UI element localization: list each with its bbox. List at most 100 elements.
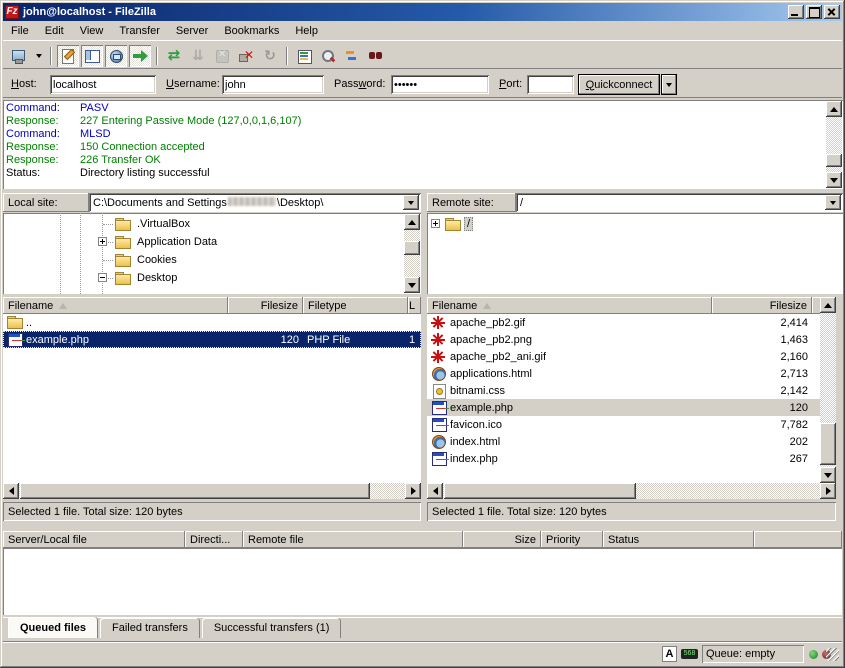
expand-icon[interactable]	[98, 237, 107, 246]
remote-list-vscrollbar[interactable]	[820, 297, 836, 483]
directory-comparison-button[interactable]	[317, 45, 339, 67]
toggle-message-log-button[interactable]	[57, 45, 79, 67]
log-scrollbar[interactable]	[826, 101, 842, 188]
file-row-index-php[interactable]: index.php267	[427, 450, 820, 467]
file-row-example-php[interactable]: example.php120PHP File1	[3, 331, 421, 348]
queue-body[interactable]	[3, 548, 842, 615]
scroll-right-button[interactable]	[405, 483, 421, 499]
local-tree-scrollbar[interactable]	[404, 214, 420, 293]
file-row-applications-html[interactable]: applications.html2,713	[427, 365, 820, 382]
local-site-combo[interactable]: C:\Documents and Settings\Desktop\	[89, 193, 421, 212]
modified-cell	[408, 314, 421, 331]
column-header-filename[interactable]: Filename	[3, 297, 228, 314]
tree-item-cookies[interactable]: Cookies	[3, 251, 404, 269]
title-bar[interactable]: Fz john@localhost - FileZilla	[3, 3, 842, 21]
filler-cell	[812, 365, 820, 382]
quickconnect-dropdown-button[interactable]	[661, 74, 677, 95]
menu-item-transfer[interactable]: Transfer	[111, 23, 168, 39]
menu-item-file[interactable]: File	[3, 23, 37, 39]
scrollbar-thumb[interactable]	[826, 154, 842, 167]
collapse-icon[interactable]	[98, 273, 107, 282]
queue-column-remote-file[interactable]: Remote file	[243, 531, 463, 548]
file-row-favicon-ico[interactable]: favicon.ico7,782	[427, 416, 820, 433]
synchronized-browsing-button[interactable]	[341, 45, 363, 67]
quickconnect-button[interactable]: Quickconnect	[578, 74, 660, 95]
queue-column-priority[interactable]: Priority	[541, 531, 603, 548]
remote-list-hscrollbar[interactable]	[427, 483, 836, 499]
scroll-up-button[interactable]	[820, 297, 836, 313]
port-input[interactable]	[527, 75, 574, 94]
close-button[interactable]	[824, 5, 840, 19]
host-input[interactable]	[50, 75, 156, 94]
site-manager-dropdown-button[interactable]	[32, 45, 45, 67]
column-header-filetype[interactable]: Filetype	[303, 297, 408, 314]
disconnect-button[interactable]	[235, 45, 257, 67]
tab-queued-files[interactable]: Queued files	[8, 617, 98, 638]
scrollbar-thumb[interactable]	[820, 423, 836, 465]
password-input[interactable]	[391, 75, 489, 94]
queue-column-server-local-file[interactable]: Server/Local file	[3, 531, 185, 548]
tree-item-virtualbox[interactable]: .VirtualBox	[3, 215, 404, 233]
menu-item-edit[interactable]: Edit	[37, 23, 72, 39]
toggle-local-tree-button[interactable]	[81, 45, 103, 67]
scroll-down-button[interactable]	[404, 277, 420, 293]
toggle-transfer-queue-button[interactable]	[129, 45, 151, 67]
scroll-down-button[interactable]	[826, 172, 842, 188]
expand-icon[interactable]	[431, 219, 440, 228]
menu-item-bookmarks[interactable]: Bookmarks	[216, 23, 287, 39]
find-files-button[interactable]	[365, 45, 387, 67]
local-list-hscrollbar[interactable]	[3, 483, 421, 499]
speed-limits-icon[interactable]: 568	[681, 649, 698, 659]
remote-site-combo[interactable]: /	[516, 193, 843, 212]
file-row-apache-pb2-ani-gif[interactable]: apache_pb2_ani.gif2,160	[427, 348, 820, 365]
data-type-indicator-icon[interactable]: A	[662, 646, 677, 662]
column-header-filesize[interactable]: Filesize	[712, 297, 812, 314]
toggle-remote-tree-button[interactable]	[105, 45, 127, 67]
queue-column-status[interactable]: Status	[603, 531, 754, 548]
file-row-example-php[interactable]: example.php120	[427, 399, 820, 416]
file-row-blank[interactable]: ..	[3, 314, 421, 331]
filesize-cell: 202	[712, 433, 812, 450]
queue-column-directi[interactable]: Directi...	[185, 531, 243, 548]
minimize-button[interactable]	[788, 5, 804, 19]
scroll-down-button[interactable]	[820, 467, 836, 483]
scrollbar-thumb[interactable]	[444, 483, 636, 499]
refresh-button[interactable]	[163, 45, 185, 67]
local-status: Selected 1 file. Total size: 120 bytes	[3, 502, 421, 521]
html-file-icon	[431, 367, 447, 380]
column-header-filesize[interactable]: Filesize	[228, 297, 303, 314]
tab-failed-transfers[interactable]: Failed transfers	[100, 618, 200, 638]
file-row-apache-pb2-png[interactable]: apache_pb2.png1,463	[427, 331, 820, 348]
scroll-up-button[interactable]	[404, 214, 420, 230]
resize-grip[interactable]	[826, 648, 839, 661]
scrollbar-thumb[interactable]	[404, 241, 420, 255]
file-row-apache-pb2-gif[interactable]: apache_pb2.gif2,414	[427, 314, 820, 331]
queue-column-blank[interactable]	[754, 531, 842, 548]
scrollbar-thumb[interactable]	[20, 483, 370, 499]
log-line: Command:MLSD	[6, 128, 825, 141]
menu-item-server[interactable]: Server	[168, 23, 216, 39]
scroll-left-button[interactable]	[427, 483, 443, 499]
column-header-filename[interactable]: Filename	[427, 297, 712, 314]
remote-site-dropdown[interactable]	[825, 195, 841, 210]
tree-item-desktop[interactable]: Desktop	[3, 269, 404, 287]
file-row-index-html[interactable]: index.html202	[427, 433, 820, 450]
scroll-up-button[interactable]	[826, 101, 842, 117]
tree-item-root[interactable]: /	[427, 215, 826, 233]
tree-item-application-data[interactable]: Application Data	[3, 233, 404, 251]
file-row-bitnami-css[interactable]: bitnami.css2,142	[427, 382, 820, 399]
filezilla-logo-icon: Fz	[5, 5, 19, 19]
tab-successful-transfers-1[interactable]: Successful transfers (1)	[202, 618, 342, 638]
site-manager-button[interactable]	[8, 45, 30, 67]
username-input[interactable]	[222, 75, 324, 94]
scroll-left-button[interactable]	[3, 483, 19, 499]
apache-image-icon	[431, 333, 447, 346]
queue-column-size[interactable]: Size	[463, 531, 541, 548]
local-site-dropdown[interactable]	[403, 195, 419, 210]
menu-item-help[interactable]: Help	[287, 23, 326, 39]
menu-item-view[interactable]: View	[72, 23, 112, 39]
filter-button[interactable]	[293, 45, 315, 67]
maximize-button[interactable]	[806, 5, 822, 19]
scroll-right-button[interactable]	[820, 483, 836, 499]
column-header-l[interactable]: L	[408, 297, 421, 314]
